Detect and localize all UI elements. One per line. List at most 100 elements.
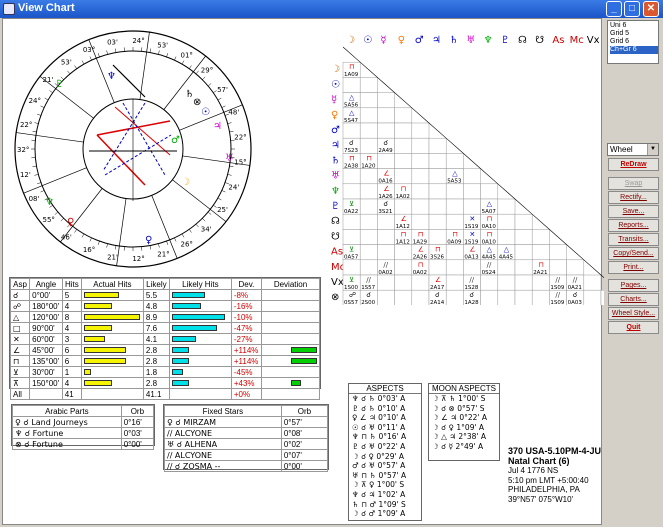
grid-cell[interactable] <box>445 289 464 305</box>
grid-cell[interactable] <box>428 213 447 230</box>
grid-cell[interactable] <box>497 198 516 215</box>
grid-cell[interactable] <box>463 259 481 276</box>
grid-cell[interactable] <box>359 92 378 109</box>
list-item[interactable]: Grid 5 <box>610 30 658 38</box>
grid-cell[interactable] <box>359 259 378 276</box>
pages-button[interactable]: Pages... <box>608 279 659 292</box>
grid-cell[interactable] <box>394 137 413 154</box>
grid-cell[interactable] <box>359 229 378 245</box>
grid-cell[interactable] <box>497 289 516 305</box>
transits-button[interactable]: Transits... <box>608 233 659 246</box>
grid-cell[interactable] <box>497 229 516 245</box>
grid-cell[interactable] <box>359 122 378 139</box>
grid-cell[interactable] <box>411 213 430 230</box>
grid-cell[interactable] <box>377 92 395 109</box>
chart-list[interactable]: Uni 6 Grid 5 Grid 6 Ch+Gr 6 <box>607 20 659 64</box>
grid-cell[interactable] <box>411 122 430 139</box>
grid-cell[interactable] <box>411 153 430 169</box>
aspect-grid[interactable]: ☽☽☉☉☿☿♀♀♂♂♃♃♄♄♅♅♆♆♇♇☊☊☋☋AsAsMcMcVxVx⊗⊗⊓1… <box>331 33 613 305</box>
grid-cell[interactable] <box>514 274 533 291</box>
grid-cell[interactable] <box>342 259 361 276</box>
grid-cell[interactable] <box>342 168 361 185</box>
grid-cell[interactable] <box>583 289 602 305</box>
wheel-style-button[interactable]: Wheel Style... <box>608 307 659 320</box>
grid-cell[interactable] <box>445 183 464 200</box>
grid-cell[interactable] <box>394 107 413 124</box>
grid-cell[interactable] <box>394 289 413 305</box>
grid-cell[interactable] <box>394 259 413 276</box>
grid-cell[interactable] <box>411 168 430 185</box>
grid-cell[interactable] <box>497 274 516 291</box>
grid-cell[interactable] <box>480 274 499 291</box>
grid-cell[interactable] <box>428 198 447 215</box>
grid-cell[interactable] <box>394 198 413 215</box>
rectify-button[interactable]: Rectify... <box>608 191 659 204</box>
grid-cell[interactable] <box>514 244 533 261</box>
grid-cell[interactable] <box>359 183 378 200</box>
grid-cell[interactable] <box>411 198 430 215</box>
grid-cell[interactable] <box>377 153 395 169</box>
grid-cell[interactable] <box>514 289 533 305</box>
print-button[interactable]: Print... <box>608 261 659 274</box>
grid-cell[interactable] <box>342 213 361 230</box>
grid-cell[interactable] <box>463 183 481 200</box>
grid-cell[interactable] <box>531 229 550 245</box>
grid-cell[interactable] <box>480 289 499 305</box>
grid-cell[interactable] <box>359 168 378 185</box>
grid-cell[interactable] <box>359 244 378 261</box>
grid-cell[interactable] <box>428 168 447 185</box>
grid-cell[interactable] <box>411 289 430 305</box>
grid-cell[interactable] <box>377 274 395 291</box>
grid-cell[interactable] <box>411 183 430 200</box>
grid-cell[interactable] <box>394 274 413 291</box>
save-button[interactable]: Save... <box>608 205 659 218</box>
grid-cell[interactable] <box>497 213 516 230</box>
grid-cell[interactable] <box>480 183 499 200</box>
grid-cell[interactable] <box>428 153 447 169</box>
grid-cell[interactable] <box>377 122 395 139</box>
grid-cell[interactable] <box>394 244 413 261</box>
grid-cell[interactable] <box>445 274 464 291</box>
grid-cell[interactable] <box>531 289 550 305</box>
grid-cell[interactable] <box>497 259 516 276</box>
list-item[interactable]: Grid 6 <box>610 38 658 46</box>
list-item[interactable]: Uni 6 <box>610 22 658 30</box>
grid-cell[interactable] <box>428 183 447 200</box>
grid-cell[interactable] <box>463 198 481 215</box>
grid-cell[interactable] <box>342 77 361 93</box>
grid-cell[interactable] <box>463 168 481 185</box>
grid-cell[interactable] <box>445 153 464 169</box>
grid-cell[interactable] <box>445 213 464 230</box>
charts-button[interactable]: Charts... <box>608 293 659 306</box>
grid-cell[interactable] <box>531 244 550 261</box>
grid-cell[interactable] <box>549 259 567 276</box>
grid-cell[interactable] <box>394 153 413 169</box>
grid-cell[interactable] <box>359 213 378 230</box>
grid-cell[interactable] <box>359 107 378 124</box>
grid-cell[interactable] <box>411 137 430 154</box>
grid-cell[interactable] <box>514 213 533 230</box>
chart-wheel[interactable]: 03' 24° 53' 01° 29° 57' 48' 22° 15° 24' 25' 34' 26° 2… <box>5 25 265 275</box>
grid-cell[interactable] <box>377 289 395 305</box>
grid-cell[interactable] <box>445 244 464 261</box>
list-item-selected[interactable]: Ch+Gr 6 <box>610 46 658 54</box>
grid-cell[interactable] <box>531 274 550 291</box>
grid-cell[interactable] <box>445 198 464 215</box>
grid-cell[interactable] <box>377 213 395 230</box>
redraw-button[interactable]: ReDraw <box>608 158 659 171</box>
close-button[interactable]: ✕ <box>643 1 659 17</box>
grid-cell[interactable] <box>342 122 361 139</box>
grid-cell[interactable] <box>514 259 533 276</box>
grid-cell[interactable] <box>342 183 361 200</box>
minimize-button[interactable]: _ <box>606 1 622 17</box>
grid-cell[interactable] <box>566 259 585 276</box>
grid-cell[interactable] <box>377 229 395 245</box>
swap-button[interactable]: Swap <box>608 177 659 190</box>
grid-cell[interactable] <box>342 229 361 245</box>
grid-cell[interactable] <box>359 198 378 215</box>
grid-cell[interactable] <box>445 259 464 276</box>
grid-cell[interactable] <box>377 107 395 124</box>
grid-cell[interactable] <box>514 229 533 245</box>
copy-send-button[interactable]: Copy/Send... <box>608 247 659 260</box>
grid-cell[interactable] <box>549 244 567 261</box>
